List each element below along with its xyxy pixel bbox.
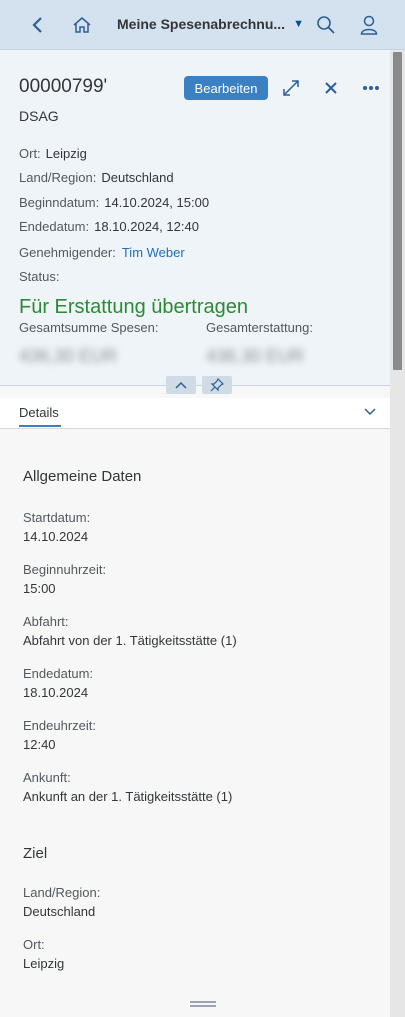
attr-label: Endedatum: bbox=[19, 219, 90, 234]
home-icon[interactable] bbox=[70, 13, 94, 37]
field-value: Deutschland bbox=[23, 904, 96, 919]
tab-details[interactable]: Details bbox=[19, 405, 59, 420]
pin-header-button[interactable] bbox=[202, 376, 232, 394]
field-label: Startdatum: bbox=[23, 510, 91, 525]
close-icon[interactable] bbox=[321, 78, 341, 98]
attr-land: Land/Region: Deutschland bbox=[19, 170, 174, 185]
chevron-left-icon[interactable] bbox=[26, 13, 50, 37]
field-label: Abfahrt: bbox=[23, 614, 69, 629]
user-icon[interactable] bbox=[357, 13, 381, 37]
attr-value: 18.10.2024, 12:40 bbox=[94, 219, 199, 234]
tab-bar: Details bbox=[0, 398, 390, 429]
app-title-menu[interactable]: Meine Spesenabrechnu... ▼ bbox=[117, 16, 304, 32]
attr-label: Status: bbox=[19, 269, 60, 284]
field-label: Endeuhrzeit: bbox=[23, 718, 96, 733]
attr-genehmigender: Genehmigender: Tim Weber bbox=[19, 245, 185, 260]
caret-down-icon: ▼ bbox=[293, 18, 304, 30]
attr-label: Beginndatum: bbox=[19, 195, 100, 210]
attr-label: Ort: bbox=[19, 146, 41, 161]
resize-grip-icon[interactable] bbox=[190, 1001, 216, 1007]
field-label: Ort: bbox=[23, 937, 45, 952]
object-subtitle: DSAG bbox=[19, 108, 59, 124]
status-value: Für Erstattung übertragen bbox=[19, 296, 249, 318]
object-header: 00000799' DSAG Bearbeiten Ort: Leipzig La… bbox=[0, 50, 390, 386]
field-value: Ankunft an der 1. Tätigkeitsstätte (1) bbox=[23, 789, 233, 804]
field-label: Land/Region: bbox=[23, 885, 101, 900]
edit-button[interactable]: Bearbeiten bbox=[184, 76, 268, 100]
field-value: 14.10.2024 bbox=[23, 529, 89, 544]
kpi-refund-label: Gesamterstattung: bbox=[206, 320, 313, 335]
attr-value: Leipzig bbox=[45, 146, 87, 161]
field-value: 12:40 bbox=[23, 737, 56, 752]
attr-value: 14.10.2024, 15:00 bbox=[104, 195, 210, 210]
approver-link[interactable]: Tim Weber bbox=[122, 245, 185, 260]
section-title-target: Ziel bbox=[23, 845, 48, 862]
field-value: Leipzig bbox=[23, 956, 65, 971]
attr-beginndatum: Beginndatum: 14.10.2024, 15:00 bbox=[19, 195, 209, 210]
field-label: Ankunft: bbox=[23, 770, 71, 785]
attr-status: Status: bbox=[19, 269, 59, 284]
more-options-icon[interactable] bbox=[361, 78, 381, 98]
details-content: Allgemeine Daten Startdatum: 14.10.2024 … bbox=[0, 429, 390, 1017]
kpi-total-value: 436,30 EUR bbox=[19, 346, 118, 366]
section-title-general: Allgemeine Daten bbox=[23, 468, 142, 485]
pin-icon bbox=[210, 378, 224, 392]
attr-label: Land/Region: bbox=[19, 170, 97, 185]
attr-ort: Ort: Leipzig bbox=[19, 146, 87, 161]
tab-selected-indicator bbox=[19, 425, 61, 427]
field-label: Endedatum: bbox=[23, 666, 94, 681]
collapse-header-button[interactable] bbox=[166, 376, 196, 394]
object-title: 00000799' bbox=[19, 76, 108, 97]
field-label: Beginnuhrzeit: bbox=[23, 562, 107, 577]
field-value: 18.10.2024 bbox=[23, 685, 89, 700]
scrollbar-thumb[interactable] bbox=[393, 52, 402, 370]
field-value: 15:00 bbox=[23, 581, 56, 596]
fullscreen-icon[interactable] bbox=[281, 78, 301, 98]
attr-endedatum: Endedatum: 18.10.2024, 12:40 bbox=[19, 219, 199, 234]
kpi-total-label: Gesamtsumme Spesen: bbox=[19, 320, 159, 335]
kpi-refund-value: 436,30 EUR bbox=[206, 346, 305, 366]
chevron-up-icon bbox=[175, 381, 187, 389]
search-icon[interactable] bbox=[314, 13, 338, 37]
attr-label: Genehmigender: bbox=[19, 245, 116, 260]
chevron-down-icon[interactable] bbox=[362, 404, 378, 420]
attr-value: Deutschland bbox=[101, 170, 174, 185]
app-title: Meine Spesenabrechnu... bbox=[117, 16, 286, 32]
field-value: Abfahrt von der 1. Tätigkeitsstätte (1) bbox=[23, 633, 237, 648]
shell-bar: Meine Spesenabrechnu... ▼ bbox=[0, 0, 405, 50]
